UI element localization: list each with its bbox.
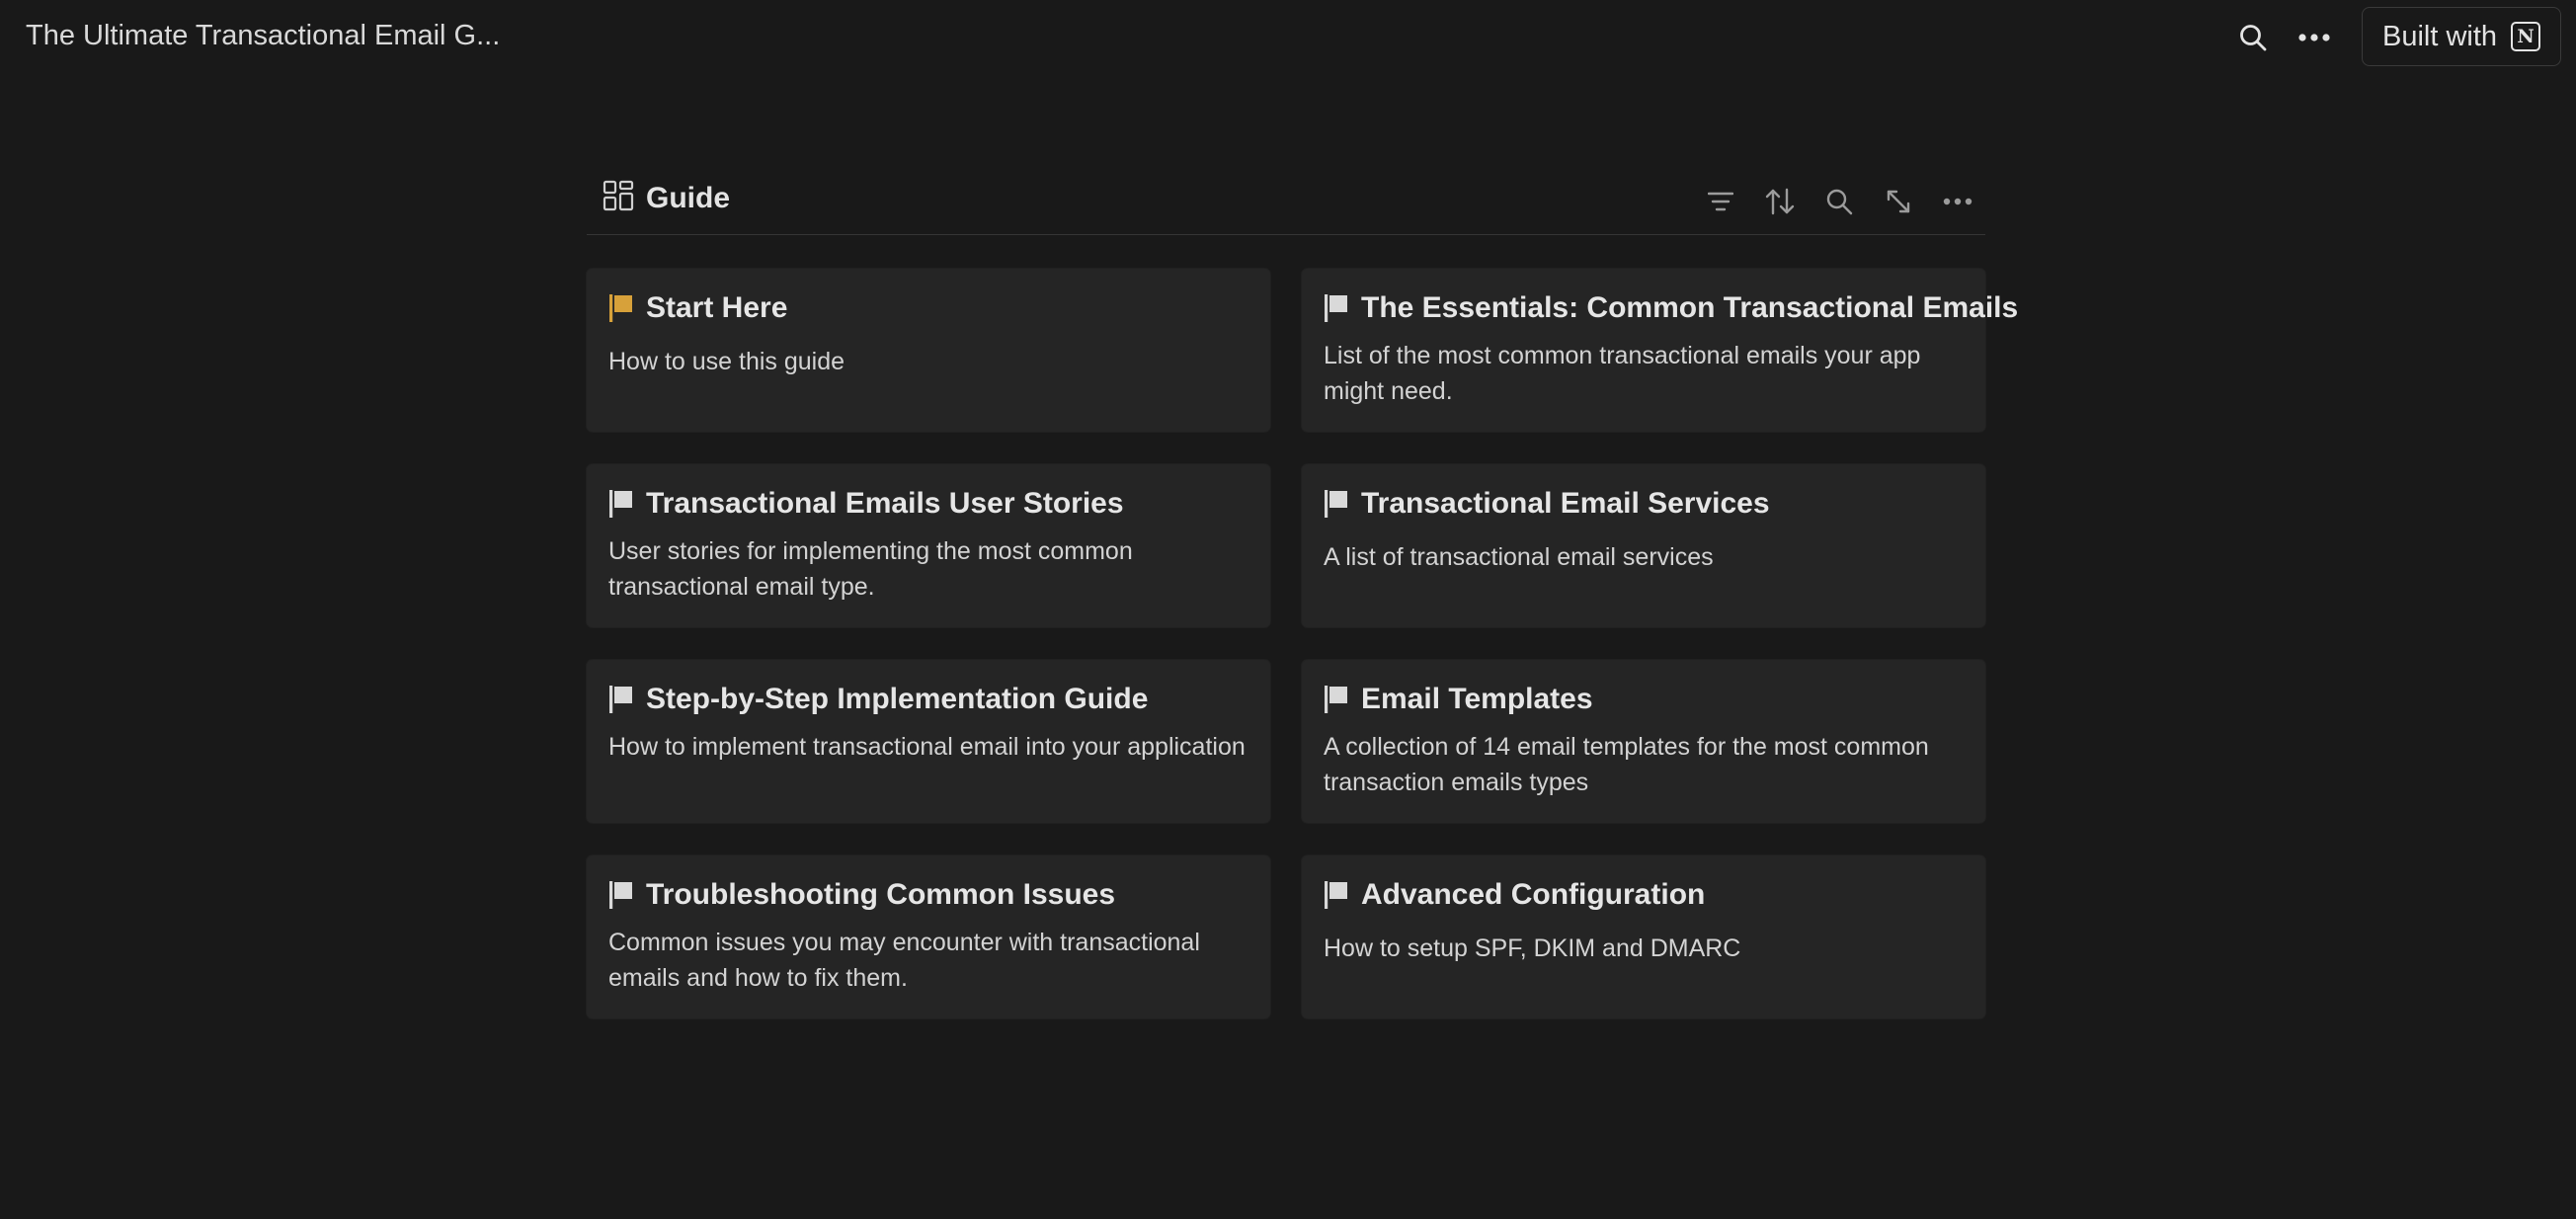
card-title: Transactional Email Services [1361,487,1770,520]
search-icon[interactable] [2233,18,2273,57]
flag-icon [609,686,632,713]
card-title: Troubleshooting Common Issues [646,878,1116,911]
card-title: Email Templates [1361,683,1593,715]
database-view-tab[interactable]: Guide [603,180,730,216]
card-title: Transactional Emails User Stories [646,487,1124,520]
card-description: List of the most common transactional em… [1324,342,1921,405]
card-description: How to use this guide [608,348,845,375]
built-with-label: Built with [2382,20,2498,52]
card-title: Advanced Configuration [1361,878,1706,911]
filter-icon[interactable] [1699,180,1742,223]
gallery-card[interactable]: Email Templates A collection of 14 email… [1302,660,1985,823]
database-title: Guide [646,181,731,214]
flag-icon [609,881,632,909]
gallery-view-icon [603,180,634,216]
flag-icon [609,294,632,322]
more-horizontal-icon[interactable] [2294,18,2334,57]
database-search-icon[interactable] [1817,180,1861,223]
card-description: Common issues you may encounter with tra… [608,929,1200,992]
card-title: Start Here [646,291,788,324]
built-with-notion-button[interactable]: Built with N [2362,7,2561,66]
top-bar: The Ultimate Transactional Email G... Bu… [0,0,2576,75]
gallery-card[interactable]: Troubleshooting Common Issues Common iss… [587,855,1270,1018]
gallery-card[interactable]: Transactional Emails User Stories User s… [587,464,1270,627]
card-description: How to setup SPF, DKIM and DMARC [1324,935,1741,962]
gallery-card[interactable]: Start Here How to use this guide [587,269,1270,432]
gallery-card[interactable]: The Essentials: Common Transactional Ema… [1302,269,2018,432]
card-title: Step-by-Step Implementation Guide [646,683,1149,715]
gallery-card[interactable]: Transactional Email Services A list of t… [1302,464,1985,627]
card-description: A collection of 14 email templates for t… [1324,733,1929,796]
flag-icon [609,490,632,518]
expand-icon[interactable] [1877,180,1920,223]
card-description: How to implement transactional email int… [608,733,1246,761]
database-more-icon[interactable] [1936,180,1979,223]
database-header: Guide [587,170,1985,235]
card-description: A list of transactional email services [1324,543,1714,571]
flag-icon [1325,881,1347,909]
card-title: The Essentials: Common Transactional Ema… [1361,291,2019,324]
gallery-card[interactable]: Advanced Configuration How to setup SPF,… [1302,855,1985,1018]
sort-icon[interactable] [1758,180,1802,223]
flag-icon [1325,686,1347,713]
page-title[interactable]: The Ultimate Transactional Email G... [26,20,500,52]
card-description: User stories for implementing the most c… [608,537,1133,601]
flag-icon [1325,294,1347,322]
gallery-card[interactable]: Step-by-Step Implementation Guide How to… [587,660,1270,823]
notion-logo-icon: N [2511,22,2541,51]
flag-icon [1325,490,1347,518]
